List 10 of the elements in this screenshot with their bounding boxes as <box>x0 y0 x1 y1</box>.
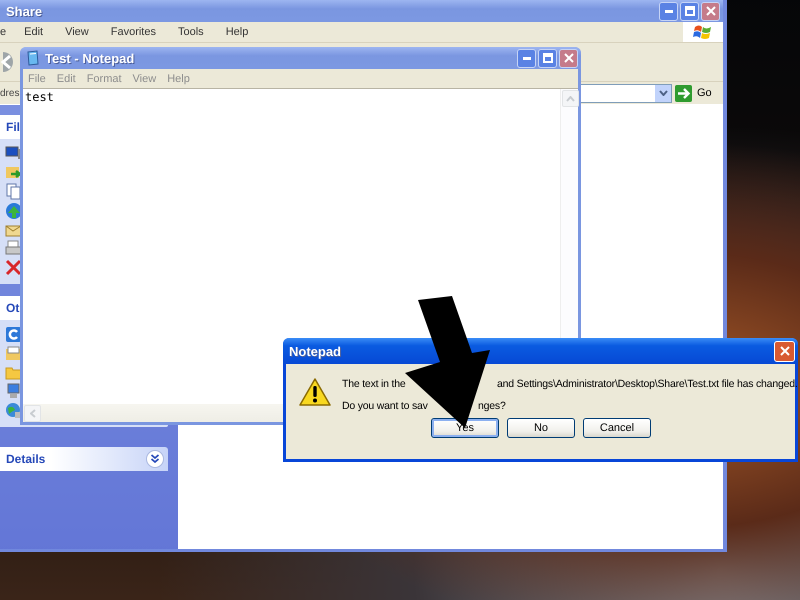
panel-title: Ot <box>6 301 20 315</box>
address-label: dres <box>0 88 20 98</box>
panel-title: Details <box>6 452 46 466</box>
message-text: nges? <box>478 400 506 412</box>
window-title: Test - Notepad <box>45 50 136 66</box>
message-text: The text in the <box>342 378 407 390</box>
message-text: Do you want to sav <box>342 400 429 412</box>
window-title: Share <box>6 4 44 18</box>
panel-title: Fil <box>6 120 20 134</box>
window-title: Notepad <box>289 344 342 358</box>
